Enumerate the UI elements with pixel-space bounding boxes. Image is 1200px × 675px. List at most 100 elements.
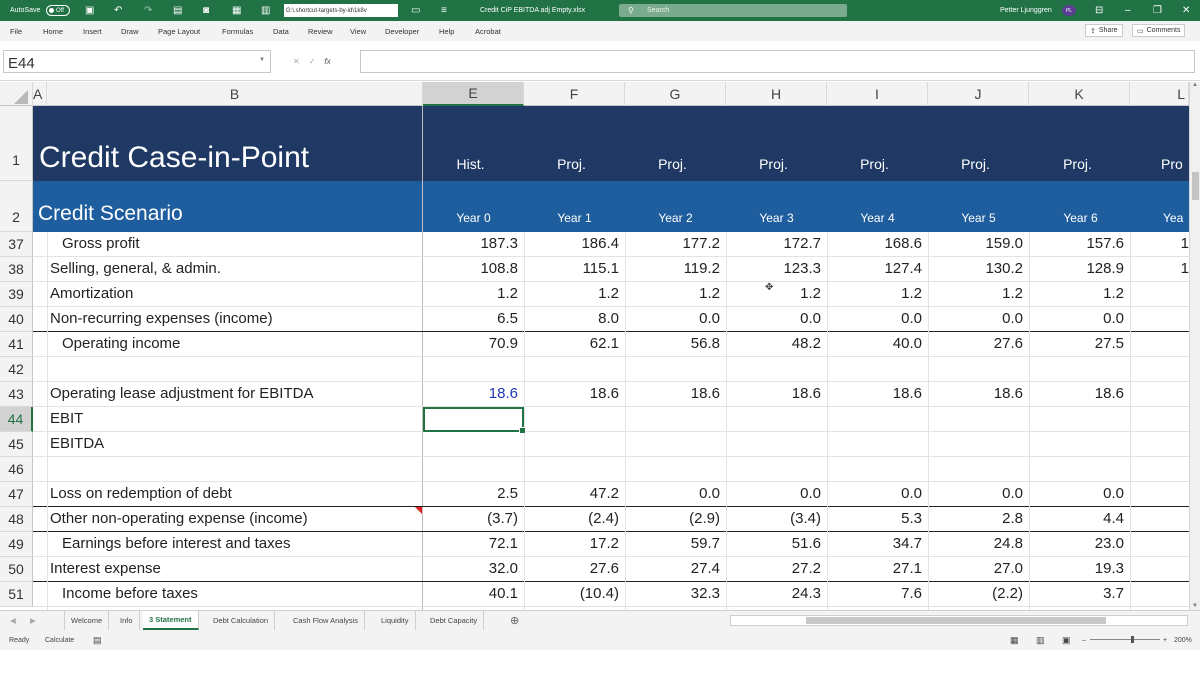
col-type-i[interactable]: Proj. (824, 156, 925, 172)
row-header-48[interactable]: 48 (0, 507, 33, 532)
cell-h41[interactable]: 48.2 (721, 335, 821, 352)
close-icon[interactable]: ✕ (1182, 0, 1190, 21)
cell-k37[interactable]: 157.6 (1024, 235, 1124, 252)
tab-formulas[interactable]: Formulas (222, 21, 253, 41)
tab-view[interactable]: View (350, 21, 366, 41)
row-label-41[interactable]: Operating income (62, 335, 180, 352)
tab-data[interactable]: Data (273, 21, 289, 41)
cell-e43[interactable]: 18.6 (418, 385, 518, 402)
tab-draw[interactable]: Draw (121, 21, 139, 41)
cell-k48[interactable]: 4.4 (1024, 510, 1124, 527)
cell-i49[interactable]: 34.7 (822, 535, 922, 552)
cell-j40[interactable]: 0.0 (923, 310, 1023, 327)
cell-k49[interactable]: 23.0 (1024, 535, 1124, 552)
zoom-level[interactable]: 200% (1174, 630, 1192, 650)
cell-f38[interactable]: 115.1 (519, 260, 619, 277)
row-header-45[interactable]: 45 (0, 432, 33, 457)
row-header-49[interactable]: 49 (0, 532, 33, 557)
row-header-46[interactable]: 46 (0, 457, 33, 482)
scroll-thumb[interactable] (1192, 172, 1199, 200)
print-icon[interactable]: ▤ (173, 0, 182, 21)
cell-e48[interactable]: (3.7) (418, 510, 518, 527)
row-label-38[interactable]: Selling, general, & admin. (50, 260, 221, 277)
cell-i43[interactable]: 18.6 (822, 385, 922, 402)
customize-icon[interactable]: ≡ (441, 0, 447, 21)
cell-g50[interactable]: 27.4 (620, 560, 720, 577)
scroll-down-icon[interactable]: ▼ (1192, 603, 1198, 609)
redo-icon[interactable]: ↷ (144, 0, 152, 21)
accessibility-icon[interactable]: ▤ (93, 630, 102, 650)
year-label-k[interactable]: Year 6 (1030, 211, 1131, 225)
cell-h49[interactable]: 51.6 (721, 535, 821, 552)
page-layout-view-icon[interactable]: ▥ (1036, 630, 1045, 650)
row-header-1[interactable]: 1 (0, 106, 33, 181)
row-header-47[interactable]: 47 (0, 482, 33, 507)
status-calculate[interactable]: Calculate (45, 630, 74, 650)
cell-g49[interactable]: 59.7 (620, 535, 720, 552)
cell-f51[interactable]: (10.4) (519, 585, 619, 602)
share-button[interactable]: ⇪ Share (1085, 24, 1123, 37)
column-header-i[interactable]: I (827, 82, 928, 106)
cell-i38[interactable]: 127.4 (822, 260, 922, 277)
monitor-icon[interactable]: ▭ (411, 0, 420, 21)
year-label-i[interactable]: Year 4 (827, 211, 928, 225)
row-header-50[interactable]: 50 (0, 557, 33, 582)
column-header-k[interactable]: K (1029, 82, 1130, 106)
column-header-g[interactable]: G (625, 82, 726, 106)
cell-j37[interactable]: 159.0 (923, 235, 1023, 252)
horizontal-scrollbar[interactable] (730, 615, 1188, 626)
cell-i37[interactable]: 168.6 (822, 235, 922, 252)
vertical-scrollbar[interactable]: ▲ ▼ (1189, 82, 1200, 610)
comment-indicator[interactable] (415, 507, 422, 514)
tab-page-layout[interactable]: Page Layout (158, 21, 200, 41)
chevron-down-icon[interactable]: ▼ (259, 57, 265, 63)
sheet-tab-debt-capacity[interactable]: Debt Capacity (424, 611, 485, 630)
formula-input[interactable] (360, 50, 1195, 73)
select-all-corner[interactable] (0, 82, 33, 106)
cell-j39[interactable]: 1.2 (923, 285, 1023, 302)
cell-k51[interactable]: 3.7 (1024, 585, 1124, 602)
tab-file[interactable]: File (10, 21, 22, 41)
cell-i39[interactable]: 1.2 (822, 285, 922, 302)
row-header-38[interactable]: 38 (0, 257, 33, 282)
cell-l38[interactable]: 1 (1138, 260, 1189, 277)
col-type-k[interactable]: Proj. (1027, 156, 1128, 172)
cell-i48[interactable]: 5.3 (822, 510, 922, 527)
file-icon[interactable]: ▥ (261, 0, 270, 21)
cell-g48[interactable]: (2.9) (620, 510, 720, 527)
cell-f39[interactable]: 1.2 (519, 285, 619, 302)
prev-sheet-icon[interactable]: ◀ (10, 611, 16, 630)
cell-f41[interactable]: 62.1 (519, 335, 619, 352)
tab-help[interactable]: Help (439, 21, 454, 41)
cell-h40[interactable]: 0.0 (721, 310, 821, 327)
cell-j49[interactable]: 24.8 (923, 535, 1023, 552)
cell-k41[interactable]: 27.5 (1024, 335, 1124, 352)
cell-g39[interactable]: 1.2 (620, 285, 720, 302)
row-header-41[interactable]: 41 (0, 332, 33, 357)
document-title[interactable]: Credit CiP EBITDA adj Empty.xlsx (480, 0, 585, 21)
cell-h43[interactable]: 18.6 (721, 385, 821, 402)
cell-e37[interactable]: 187.3 (418, 235, 518, 252)
row-label-44[interactable]: EBIT (50, 410, 83, 427)
add-sheet-icon[interactable]: ⊕ (510, 611, 519, 630)
normal-view-icon[interactable]: ▦ (1010, 630, 1019, 650)
row-header-40[interactable]: 40 (0, 307, 33, 332)
zoom-slider-knob[interactable] (1131, 636, 1134, 643)
sheet-tab-cash-flow-analysis[interactable]: Cash Flow Analysis (287, 611, 366, 630)
year-label-h[interactable]: Year 3 (726, 211, 827, 225)
cell-g47[interactable]: 0.0 (620, 485, 720, 502)
sheet-tab-info[interactable]: Info (114, 611, 140, 630)
row-label-48[interactable]: Other non-operating expense (income) (50, 510, 308, 527)
cell-k47[interactable]: 0.0 (1024, 485, 1124, 502)
page-break-view-icon[interactable]: ▣ (1062, 630, 1071, 650)
cell-g41[interactable]: 56.8 (620, 335, 720, 352)
cell-e47[interactable]: 2.5 (418, 485, 518, 502)
row-label-40[interactable]: Non-recurring expenses (income) (50, 310, 273, 327)
cell-h38[interactable]: 123.3 (721, 260, 821, 277)
year-label-g[interactable]: Year 2 (625, 211, 726, 225)
undo-icon[interactable]: ↶ (114, 0, 122, 21)
row-header-51[interactable]: 51 (0, 582, 33, 607)
column-header-l[interactable]: L (1130, 82, 1189, 106)
cell-h37[interactable]: 172.7 (721, 235, 821, 252)
col-type-j[interactable]: Proj. (925, 156, 1026, 172)
